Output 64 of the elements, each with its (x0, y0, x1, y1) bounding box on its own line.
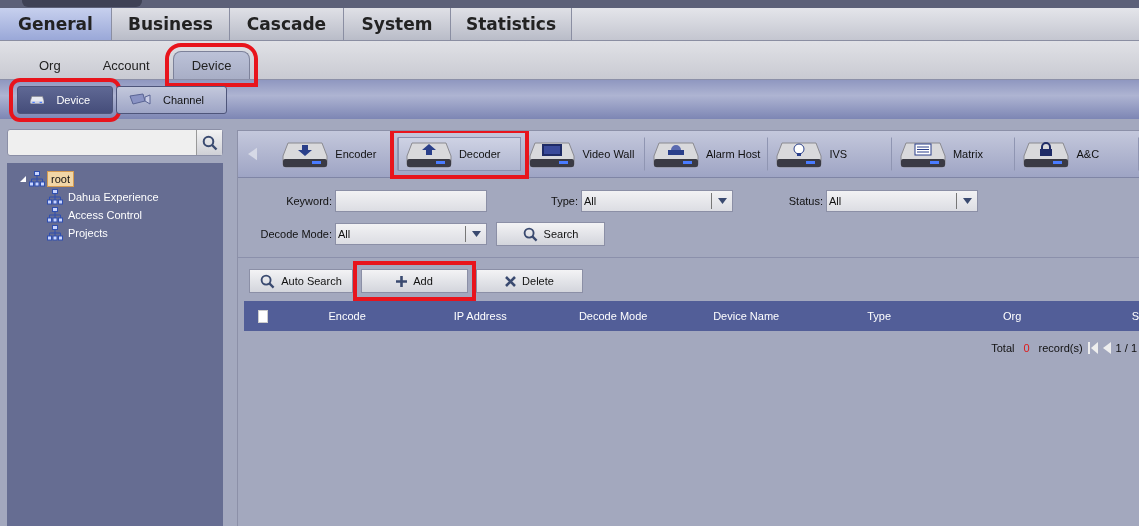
column-header: Type (866, 310, 893, 322)
siren-device-icon (652, 140, 699, 168)
filter-label: Status: (787, 195, 823, 207)
down-arrow-device-icon (282, 140, 329, 168)
dropdown[interactable]: All (826, 190, 978, 212)
tree-item[interactable]: Access Control (65, 208, 145, 222)
sub-tab[interactable]: Account (83, 51, 169, 79)
filter-label: Keyword: (285, 195, 332, 207)
keyword-field[interactable] (335, 190, 487, 212)
search-icon (201, 134, 218, 151)
dropdown-caret-icon[interactable] (471, 231, 481, 237)
search-button[interactable] (196, 130, 222, 155)
column-header: Org (1002, 310, 1023, 322)
select-all-checkbox[interactable] (258, 309, 268, 323)
tree-item[interactable]: root (47, 171, 74, 187)
total-label: Total (991, 342, 1015, 354)
org-search-field[interactable] (7, 129, 223, 156)
record-count: 0 (1023, 342, 1030, 354)
main-tab[interactable]: Business (112, 8, 230, 40)
tree-item[interactable]: Dahua Experience (65, 190, 162, 204)
column-header: S (1130, 310, 1139, 322)
sub-tab[interactable]: Org (20, 51, 80, 79)
device-type-tab[interactable]: Encoder (274, 137, 398, 171)
plus-icon (396, 275, 408, 287)
search-button[interactable]: Search (496, 222, 605, 246)
records-label: record(s) (1038, 342, 1083, 354)
padlock-device-icon (1023, 140, 1070, 168)
action-button[interactable]: Auto Search (249, 269, 353, 293)
device-type-tab[interactable]: Alarm Host (644, 137, 769, 171)
monitor-device-icon (529, 140, 576, 168)
page-indicator: 1 / 1 (1115, 342, 1137, 354)
org-chart-icon (47, 189, 63, 205)
dropdown[interactable]: All (335, 223, 487, 245)
org-chart-icon (29, 171, 45, 187)
filter-label: Type: (550, 195, 578, 207)
dropdown-caret-icon[interactable] (962, 198, 972, 204)
org-chart-icon (47, 225, 63, 241)
up-arrow-device-icon (405, 140, 452, 168)
column-header: IP Address (452, 310, 508, 322)
column-header: Encode (327, 310, 367, 322)
view-button[interactable]: Channel (116, 85, 227, 114)
dropdown-caret-icon[interactable] (717, 198, 727, 204)
search-icon (260, 273, 276, 289)
tree-item[interactable]: Projects (65, 226, 111, 240)
main-tab[interactable]: Cascade (230, 8, 344, 40)
close-icon (505, 275, 517, 287)
column-header: Decode Mode (577, 310, 649, 322)
filter-label: Decode Mode: (259, 228, 332, 240)
bulb-device-icon (776, 140, 823, 168)
expand-triangle-icon[interactable] (19, 175, 27, 183)
search-icon (522, 226, 538, 242)
device-type-tab[interactable]: Matrix (891, 137, 1016, 171)
panel-device-icon (899, 140, 946, 168)
main-tab[interactable]: System (344, 8, 451, 40)
main-tab[interactable]: Statistics (451, 8, 572, 40)
device-type-tab[interactable]: Video Wall (521, 137, 645, 171)
dropdown[interactable]: All (581, 190, 733, 212)
device-type-tab[interactable]: A&C (1015, 137, 1139, 171)
camera-icon (129, 92, 151, 107)
main-tab[interactable]: General (0, 8, 112, 40)
column-header: Device Name (712, 310, 781, 322)
device-type-tab[interactable]: IVS (768, 137, 892, 171)
action-button[interactable]: Delete (476, 269, 583, 293)
org-chart-icon (47, 207, 63, 223)
